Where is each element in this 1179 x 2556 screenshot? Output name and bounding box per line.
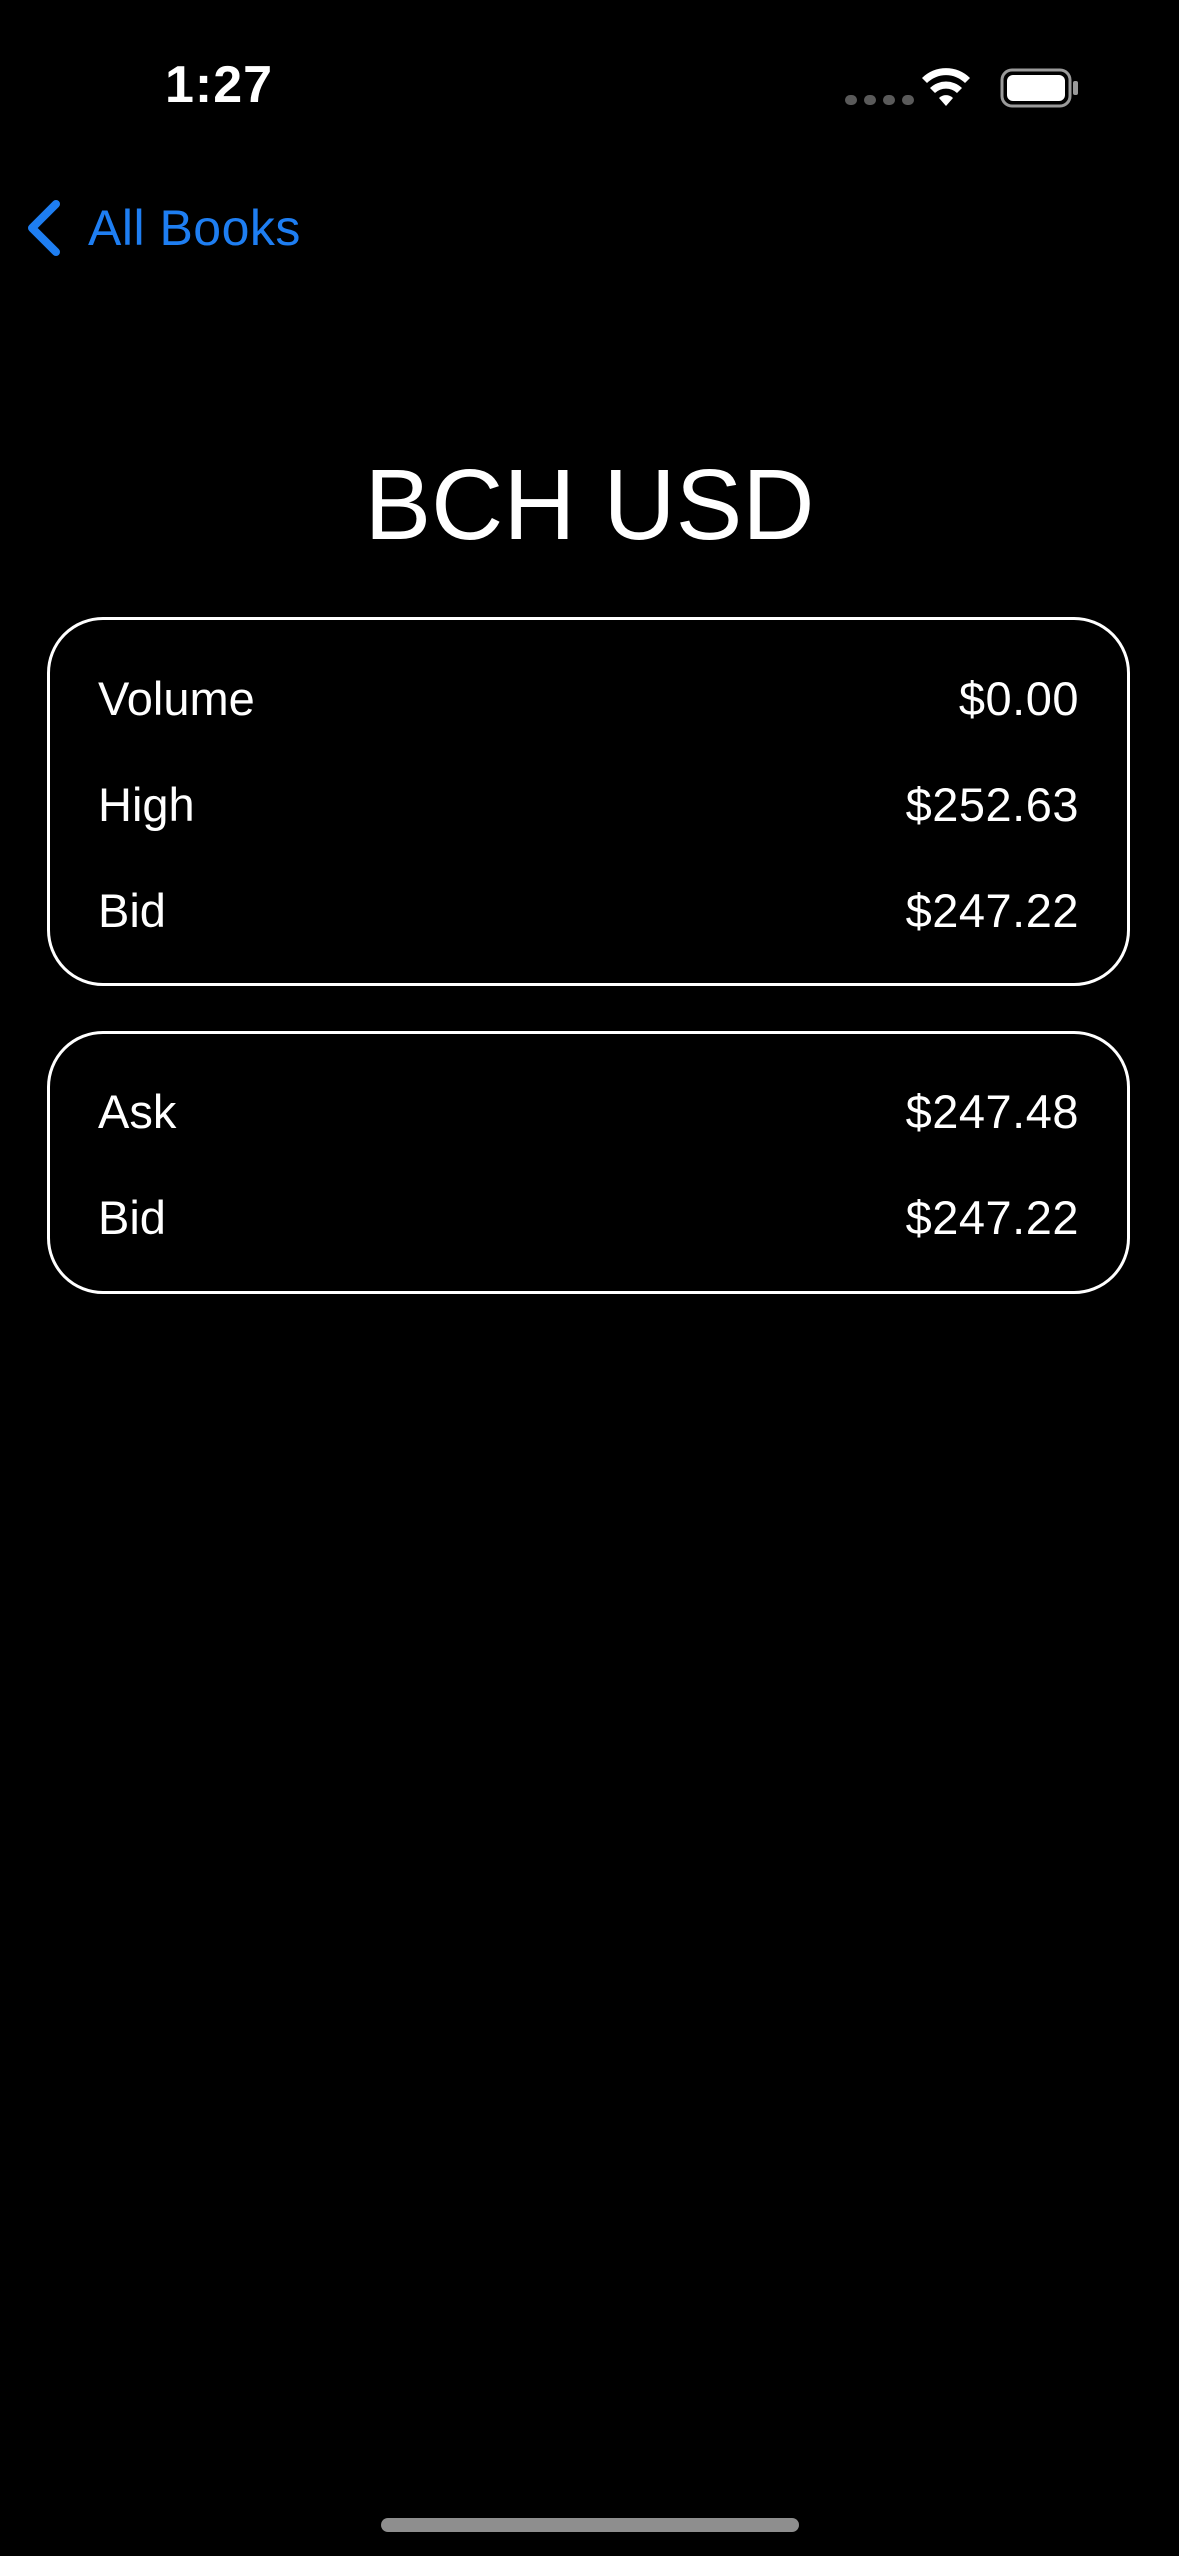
row-label: Bid xyxy=(98,1190,166,1244)
back-label: All Books xyxy=(88,200,301,256)
chevron-left-icon xyxy=(28,200,60,256)
high-row: High $252.63 xyxy=(98,774,1079,834)
page-title: BCH USD xyxy=(364,449,815,561)
wifi-icon xyxy=(922,68,970,106)
row-label: High xyxy=(98,777,195,831)
row-value: $247.22 xyxy=(905,883,1079,937)
row-label: Volume xyxy=(98,671,255,725)
home-indicator[interactable] xyxy=(381,2518,799,2532)
row-value: $247.22 xyxy=(905,1190,1079,1244)
signal-dots-icon xyxy=(845,95,914,105)
row-value: $0.00 xyxy=(958,671,1079,725)
row-value: $247.48 xyxy=(905,1084,1079,1138)
volume-row: Volume $0.00 xyxy=(98,668,1079,728)
battery-icon xyxy=(1000,68,1078,108)
book-card: Ask $247.48 Bid $247.22 xyxy=(47,1031,1130,1294)
status-bar: 1:27 xyxy=(0,0,1179,170)
back-button[interactable]: All Books xyxy=(24,190,301,266)
row-label: Bid xyxy=(98,883,166,937)
bid-row: Bid $247.22 xyxy=(98,880,1079,940)
row-label: Ask xyxy=(98,1084,177,1138)
ask-row: Ask $247.48 xyxy=(98,1081,1079,1141)
bid-row: Bid $247.22 xyxy=(98,1187,1079,1247)
row-value: $252.63 xyxy=(905,777,1079,831)
status-time: 1:27 xyxy=(165,56,274,114)
summary-card: Volume $0.00 High $252.63 Bid $247.22 xyxy=(47,617,1130,986)
